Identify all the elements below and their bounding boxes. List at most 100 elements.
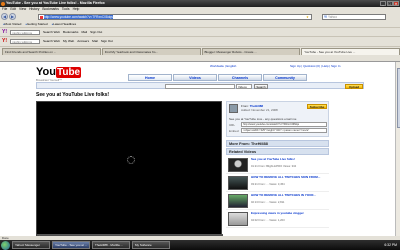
account-links[interactable]: Sign Up | QuickList (0) | Help | Sign In — [290, 64, 340, 68]
toolbar-my-web[interactable]: My Web — [63, 39, 74, 43]
video-player[interactable]: ▶ 0:00 / 0:00 — [36, 101, 223, 241]
nav-channels[interactable]: Channels — [218, 74, 262, 81]
video-thumbnail[interactable] — [228, 158, 248, 172]
scrollbar-thumb[interactable] — [396, 68, 400, 128]
nav-videos[interactable]: Videos — [173, 74, 217, 81]
youtube-favicon-icon — [40, 15, 43, 19]
yahoo-logo-icon[interactable]: Y! — [2, 38, 7, 44]
bookmark-getting-started[interactable]: Getting Started — [25, 22, 48, 26]
taskbar-item-youtube[interactable]: YouTube - See you at ... — [52, 241, 90, 249]
video-title: See you at YouTube Live folks! — [36, 92, 110, 98]
info-added: Added: November 21, 2008 — [241, 108, 278, 112]
embed-code-field[interactable]: <object width="425" height="344"><param … — [241, 128, 327, 133]
navigation-bar: ◀ ▶ http://www.youtube.com/watch?v=TFRxn… — [0, 12, 400, 21]
toolbar-sign-out[interactable]: Sign Out — [101, 39, 113, 43]
browser-chrome: File Edit View History Bookmarks Tools H… — [0, 7, 400, 62]
added-label: Added: — [241, 108, 251, 112]
bookmark-latest-headlines[interactable]: Latest Headlines — [52, 22, 76, 26]
loading-spinner-icon — [127, 156, 135, 164]
page-content: YouTube Broadcast Yourself™ Worldwide | … — [0, 62, 400, 241]
taskbar: Yahoo! Messenger YouTube - See you at ..… — [0, 240, 400, 250]
toolbar-mail[interactable]: Mail — [92, 39, 98, 43]
minimize-button[interactable]: _ — [380, 1, 386, 6]
language-link[interactable]: English — [226, 64, 236, 68]
more-from-header[interactable]: More From: TheHill88 — [226, 140, 329, 147]
video-thumbnail[interactable] — [228, 176, 248, 190]
logo-tube: Tube — [55, 67, 82, 78]
youtube-search-input[interactable] — [165, 84, 235, 89]
video-thumbnail[interactable] — [228, 194, 248, 208]
toolbar-search-web[interactable]: Search Web — [43, 30, 60, 34]
video-info-box: From: TheHill88 Added: November 21, 2008… — [226, 101, 329, 137]
back-button[interactable]: ◀ — [1, 13, 8, 20]
list-item[interactable]: Expressing views in youtube vlogger 04:0… — [226, 210, 329, 228]
related-meta: 03:21 From: ... Views: 3,454 — [251, 183, 285, 186]
youtube-nav: Home Videos Channels Community — [128, 74, 307, 81]
related-meta: 02:13 From: ... Views: 2,811 — [251, 201, 285, 204]
avatar[interactable] — [229, 104, 238, 113]
youtube-logo[interactable]: YouTube Broadcast Yourself™ — [36, 66, 86, 82]
related-meta: 01:21 From: BlighLitcPRO Views: 334 — [251, 165, 297, 168]
taskbar-clock: 6:32 PM — [384, 243, 397, 247]
related-title[interactable]: HOW TO REMOVE ALL TWITCHES IN YOUR... — [251, 193, 327, 198]
video-description: See you at YouTube Live - any questions … — [229, 117, 297, 121]
taskbar-item-software[interactable]: My Software — [132, 241, 170, 249]
youtube-search-button[interactable]: Search — [254, 84, 268, 89]
region-links: Worldwide | English — [210, 64, 237, 68]
list-item[interactable]: HOW TO REMOVE ALL TWITCHES IN YOUR... 02… — [226, 192, 329, 210]
embed-label: Embed — [229, 129, 239, 133]
search-bar[interactable]: Y! Yahoo — [322, 13, 386, 20]
start-button-icon[interactable] — [1, 240, 10, 250]
url-bar[interactable]: http://www.youtube.com/watch?v=TFRxnC08d… — [38, 13, 312, 20]
yahoo-logo-icon[interactable]: Y! — [2, 29, 7, 35]
search-category-select[interactable]: Videos — [236, 84, 252, 89]
search-engine-icon[interactable]: Y! — [324, 15, 327, 20]
related-title[interactable]: Expressing views in youtube vlogger — [251, 211, 327, 216]
bookmark-star-icon[interactable]: ★ — [306, 15, 309, 20]
maximize-button[interactable]: □ — [386, 1, 393, 6]
related-meta: 04:02 From: ... Views: 1,203 — [251, 219, 285, 222]
toolbar-search-web[interactable]: Search Web — [43, 39, 60, 43]
yahoo-toolbar-secondary: Y! mighty wilkinns Search Web My Web Ans… — [0, 36, 400, 45]
tab-blogger[interactable]: Blogger: Messenger Robots - Create ... — [201, 47, 301, 55]
tab-youtube[interactable]: YouTube - See you at YouTube Live ... — [301, 47, 400, 55]
toolbar-sign-out[interactable]: Sign Out — [90, 30, 102, 34]
toolbar-answers[interactable]: Answers — [77, 39, 89, 43]
added-date: November 21, 2008 — [251, 108, 278, 112]
yahoo-toolbar-input[interactable]: mighty wilkinns — [10, 38, 40, 44]
subscribe-button[interactable]: Subscribe — [307, 104, 327, 109]
window-titlebar: YouTube - See you at YouTube Live folks!… — [0, 0, 400, 7]
taskbar-item-firefox[interactable]: TheHill88 - Mozilla ... — [92, 241, 130, 249]
related-title[interactable]: See you at YouTube Live folks! — [251, 157, 327, 162]
taskbar-item-messenger[interactable]: Yahoo! Messenger — [12, 241, 50, 249]
yahoo-toolbar-input[interactable]: mighty wilkinns — [10, 29, 40, 35]
page-scrollbar[interactable] — [395, 62, 400, 236]
forward-button[interactable]: ▶ — [9, 13, 16, 20]
nav-community[interactable]: Community — [263, 74, 307, 81]
close-button[interactable]: × — [393, 1, 399, 6]
toolbar-bookmarks[interactable]: Bookmarks — [63, 30, 78, 34]
bookmark-most-visited[interactable]: Most Visited — [3, 22, 22, 26]
video-thumbnail[interactable] — [228, 212, 248, 226]
tab-strip: Find Friends and Search Profiles on ... … — [0, 46, 400, 55]
logo-you: You — [36, 66, 56, 78]
related-videos-header[interactable]: Related Videos — [226, 148, 329, 155]
search-placeholder: Yahoo — [328, 14, 337, 19]
youtube-search-row: Videos Search Upload — [36, 82, 364, 89]
nav-home[interactable]: Home — [128, 74, 172, 81]
related-videos-list: See you at YouTube Live folks! 01:21 Fro… — [226, 156, 329, 228]
region-link[interactable]: Worldwide — [210, 64, 224, 68]
video-url-field[interactable]: http://www.youtube.com/watch?v=TFRxnC08d… — [241, 122, 327, 127]
url-label: URL — [229, 123, 236, 127]
list-item[interactable]: HOW TO REMOVE ALL TWITCHES SKIN FROM... … — [226, 174, 329, 192]
window-title: YouTube - See you at YouTube Live folks!… — [6, 1, 105, 5]
tab-find-yearbook[interactable]: Find My Yearbook and Classmates fro... — [101, 47, 201, 55]
toolbar-mail[interactable]: Mail — [81, 30, 87, 34]
tab-find-friends[interactable]: Find Friends and Search Profiles on ... — [2, 47, 101, 55]
related-title[interactable]: HOW TO REMOVE ALL TWITCHES SKIN FROM... — [251, 175, 327, 180]
yahoo-toolbar: Y! mighty wilkinns Search Web Bookmarks … — [0, 27, 400, 36]
upload-button[interactable]: Upload — [345, 84, 363, 89]
url-text: http://www.youtube.com/watch?v=TFRxnC08d… — [44, 14, 113, 19]
list-item[interactable]: See you at YouTube Live folks! 01:21 Fro… — [226, 156, 329, 174]
firefox-icon — [1, 1, 5, 6]
